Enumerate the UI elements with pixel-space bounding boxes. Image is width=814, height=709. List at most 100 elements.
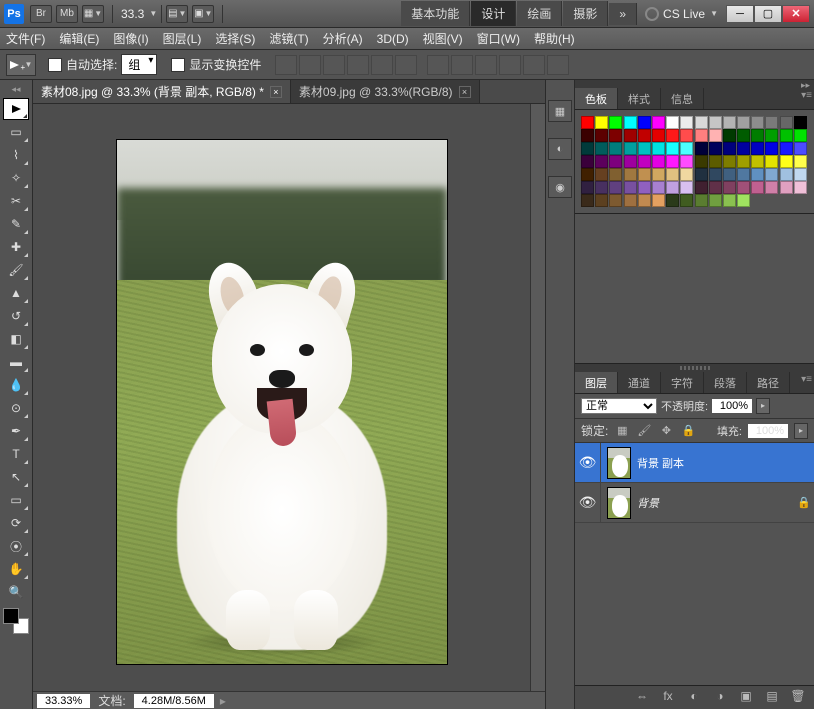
layer-thumbnail[interactable]	[607, 447, 631, 479]
hand-tool[interactable]: ✋	[3, 558, 29, 580]
swatch[interactable]	[794, 129, 807, 142]
adjustment-layer-icon[interactable]: ◑	[710, 689, 730, 707]
visibility-toggle[interactable]: 👁	[575, 443, 601, 482]
swatch[interactable]	[737, 168, 750, 181]
swatch[interactable]	[624, 129, 637, 142]
swatch[interactable]	[695, 194, 708, 207]
swatch[interactable]	[737, 142, 750, 155]
panel-icon-2[interactable]: ◐	[548, 138, 572, 160]
color-swatches[interactable]	[3, 608, 29, 634]
extras-icon[interactable]: ▣▼	[192, 5, 214, 23]
swatch[interactable]	[609, 194, 622, 207]
dist-top-icon[interactable]	[427, 55, 449, 75]
swatch[interactable]	[723, 181, 736, 194]
swatch[interactable]	[666, 142, 679, 155]
swatch[interactable]	[723, 168, 736, 181]
toolbox-collapse-icon[interactable]: ◂◂	[3, 84, 29, 95]
zoom-dd-icon[interactable]: ▼	[149, 9, 157, 18]
panel-collapse-icon[interactable]: ▸▸	[575, 80, 814, 88]
new-layer-icon[interactable]: ▤	[762, 689, 782, 707]
swatch[interactable]	[595, 194, 608, 207]
swatch[interactable]	[765, 155, 778, 168]
eraser-tool[interactable]: ◧	[3, 328, 29, 350]
workspace-design[interactable]: 设计	[471, 1, 516, 26]
layer-group-icon[interactable]: ▣	[736, 689, 756, 707]
marquee-tool[interactable]: ▭	[3, 121, 29, 143]
swatch[interactable]	[680, 142, 693, 155]
document-tab-2[interactable]: 素材09.jpg @ 33.3%(RGB/8)×	[291, 80, 480, 103]
swatch[interactable]	[751, 129, 764, 142]
blend-mode-select[interactable]: 正常	[581, 398, 657, 414]
swatch[interactable]	[666, 116, 679, 129]
swatch[interactable]	[666, 129, 679, 142]
swatch[interactable]	[652, 116, 665, 129]
eyedropper-tool[interactable]: ✎	[3, 213, 29, 235]
menu-filter[interactable]: 滤镜(T)	[269, 30, 308, 47]
swatch[interactable]	[638, 129, 651, 142]
swatch[interactable]	[695, 181, 708, 194]
move-tool[interactable]	[3, 98, 29, 120]
maximize-button[interactable]: ▢	[754, 5, 782, 23]
arrange-icon[interactable]: ▤▼	[166, 5, 188, 23]
swatch[interactable]	[751, 116, 764, 129]
swatch[interactable]	[780, 168, 793, 181]
stamp-tool[interactable]: ▲	[3, 282, 29, 304]
swatch[interactable]	[709, 116, 722, 129]
swatch[interactable]	[780, 155, 793, 168]
swatch[interactable]	[680, 181, 693, 194]
swatch[interactable]	[609, 155, 622, 168]
blur-tool[interactable]: 💧	[3, 374, 29, 396]
swatch[interactable]	[680, 155, 693, 168]
gradient-tool[interactable]: ▬	[3, 351, 29, 373]
swatch[interactable]	[765, 129, 778, 142]
tab-paragraph[interactable]: 段落	[704, 372, 747, 393]
layer-row[interactable]: 👁 背景 副本	[575, 443, 814, 483]
fill-input[interactable]: 100%	[748, 424, 788, 438]
brush-tool[interactable]: 🖌	[3, 259, 29, 281]
align-vcenter-icon[interactable]	[299, 55, 321, 75]
swatch[interactable]	[780, 116, 793, 129]
swatch[interactable]	[624, 116, 637, 129]
swatch[interactable]	[638, 168, 651, 181]
swatch[interactable]	[695, 168, 708, 181]
swatch[interactable]	[609, 142, 622, 155]
layer-row[interactable]: 👁 背景 🔒	[575, 483, 814, 523]
swatch[interactable]	[765, 116, 778, 129]
swatch[interactable]	[652, 194, 665, 207]
close-tab-icon[interactable]: ×	[270, 86, 282, 98]
swatch[interactable]	[723, 194, 736, 207]
zoom-tool[interactable]: 🔍	[3, 581, 29, 603]
panel-resize-grip[interactable]	[575, 364, 814, 372]
swatch[interactable]	[723, 116, 736, 129]
swatch[interactable]	[695, 116, 708, 129]
panel-icon-3[interactable]: ◉	[548, 176, 572, 198]
swatches-grid[interactable]	[575, 110, 814, 214]
menu-edit[interactable]: 编辑(E)	[59, 30, 99, 47]
tab-channels[interactable]: 通道	[618, 372, 661, 393]
swatch[interactable]	[652, 142, 665, 155]
tab-styles[interactable]: 样式	[618, 88, 661, 109]
layer-name[interactable]: 背景	[637, 495, 794, 511]
swatch[interactable]	[638, 194, 651, 207]
layer-mask-icon[interactable]: ◐	[684, 689, 704, 707]
lock-pixels-icon[interactable]: 🖌	[636, 423, 652, 439]
dist-vcenter-icon[interactable]	[451, 55, 473, 75]
fill-slider-icon[interactable]: ▸	[794, 423, 808, 439]
close-tab-icon[interactable]: ×	[459, 86, 471, 98]
swatch[interactable]	[794, 142, 807, 155]
swatch[interactable]	[581, 181, 594, 194]
status-zoom[interactable]: 33.33%	[37, 694, 90, 708]
swatch[interactable]	[765, 142, 778, 155]
swatch[interactable]	[737, 155, 750, 168]
swatch[interactable]	[581, 168, 594, 181]
swatch[interactable]	[624, 142, 637, 155]
swatch[interactable]	[666, 194, 679, 207]
document-tab-1[interactable]: 素材08.jpg @ 33.3% (背景 副本, RGB/8) *×	[33, 80, 291, 103]
minibridge-icon[interactable]: Mb	[56, 5, 78, 23]
menu-select[interactable]: 选择(S)	[215, 30, 255, 47]
swatch[interactable]	[638, 142, 651, 155]
align-top-icon[interactable]	[275, 55, 297, 75]
dist-right-icon[interactable]	[547, 55, 569, 75]
visibility-toggle[interactable]: 👁	[575, 483, 601, 522]
swatch[interactable]	[624, 155, 637, 168]
